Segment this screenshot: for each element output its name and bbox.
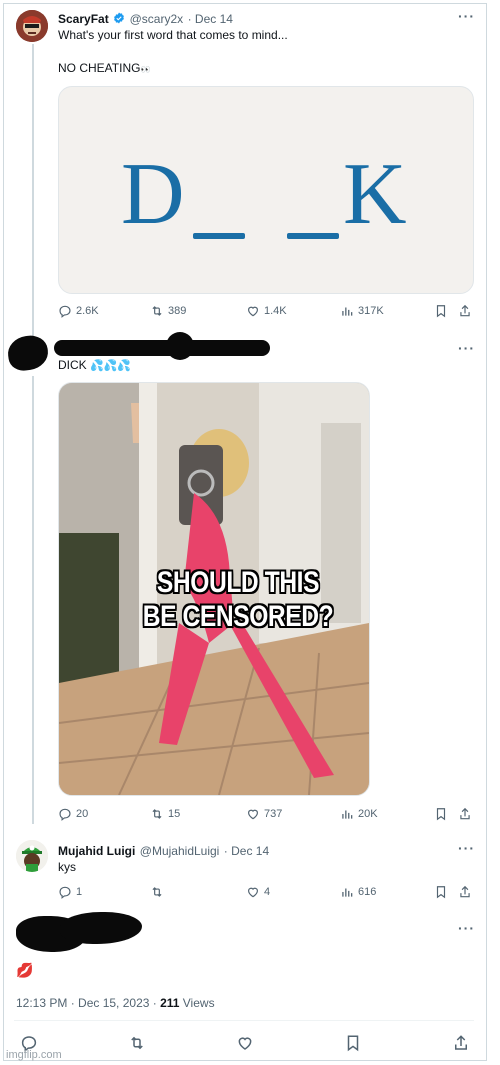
retweet-count: 15 xyxy=(168,808,181,820)
views-button[interactable]: 317K xyxy=(340,304,384,318)
author-name[interactable]: Mujahid Luigi xyxy=(58,844,135,858)
retweet-button[interactable]: 389 xyxy=(150,304,186,318)
bookmark-button[interactable] xyxy=(344,1034,362,1057)
thread-connector xyxy=(32,44,34,336)
image-letter-d: D xyxy=(121,146,185,243)
like-button[interactable]: 737 xyxy=(246,807,282,821)
tweet1-text: What's your first word that comes to min… xyxy=(58,28,288,42)
retweet-icon xyxy=(152,809,162,819)
like-count: 1.4K xyxy=(264,305,287,317)
analytics-icon xyxy=(342,307,353,316)
tweet-date[interactable]: · Dec 14 xyxy=(188,12,233,26)
bookmark-icon xyxy=(436,886,446,899)
tweet1-subtext: NO CHEATING👀 xyxy=(58,61,150,75)
reply-icon xyxy=(59,886,71,899)
reply-count: 20 xyxy=(76,808,89,820)
heart-icon xyxy=(248,887,258,898)
tweet2-text: DICK 💦💦💦 xyxy=(58,358,131,372)
retweet-count: 389 xyxy=(168,305,187,317)
tweet1-header: ScaryFat @scary2x · Dec 14 xyxy=(58,10,233,28)
bookmark-button[interactable] xyxy=(434,885,448,899)
image-dash xyxy=(193,233,245,239)
avatar-image xyxy=(16,840,48,872)
bookmark-button[interactable] xyxy=(434,304,448,318)
redacted-username xyxy=(54,340,270,356)
views-button[interactable]: 20K xyxy=(340,807,378,821)
views-count: 616 xyxy=(358,886,377,898)
image-letter-k: K xyxy=(343,146,407,243)
like-count: 4 xyxy=(264,886,271,898)
share-icon xyxy=(460,304,470,317)
image-dash xyxy=(287,233,339,239)
avatar-mujahid-luigi[interactable] xyxy=(16,840,48,872)
redacted-username xyxy=(166,332,194,360)
author-name[interactable]: ScaryFat xyxy=(58,12,109,26)
more-options-icon[interactable]: ··· xyxy=(458,340,475,356)
reply-count: 2.6K xyxy=(76,305,99,317)
heart-icon xyxy=(238,1037,252,1050)
heart-icon xyxy=(248,306,258,317)
bookmark-icon xyxy=(347,1035,359,1052)
author-handle[interactable]: @scary2x xyxy=(130,12,184,26)
timestamp-text[interactable]: 12:13 PM · Dec 15, 2023 · xyxy=(16,996,160,1010)
heart-icon xyxy=(248,809,258,820)
reply-button[interactable]: 2.6K xyxy=(58,304,99,318)
like-button[interactable] xyxy=(236,1034,254,1057)
thread-connector xyxy=(32,376,34,824)
tweet1-image[interactable]: D K xyxy=(58,86,474,294)
retweet-icon xyxy=(152,306,162,316)
sweat-droplets-emoji-icon: 💦💦💦 xyxy=(90,360,132,372)
views-count: 20K xyxy=(358,808,378,820)
reply-icon xyxy=(59,808,71,821)
tweet3-text: kys xyxy=(58,860,76,874)
bookmark-icon xyxy=(436,305,446,318)
reply-button[interactable]: 20 xyxy=(58,807,88,821)
tweet-timestamp: 12:13 PM · Dec 15, 2023 · 211 Views xyxy=(16,996,215,1010)
more-options-icon[interactable]: ··· xyxy=(458,920,475,936)
views-count: 317K xyxy=(358,305,384,317)
tweet3-header: Mujahid Luigi @MujahidLuigi · Dec 14 xyxy=(58,842,269,860)
views-button[interactable]: 616 xyxy=(340,885,376,899)
divider xyxy=(14,1020,474,1021)
tweet1-subtext-label: NO CHEATING xyxy=(58,61,141,75)
meme-caption-line1: SHOULD THIS xyxy=(156,566,320,599)
like-count: 737 xyxy=(264,808,283,820)
more-options-icon[interactable]: ··· xyxy=(458,840,475,856)
like-button[interactable]: 4 xyxy=(246,885,270,899)
views-number: 211 xyxy=(160,996,180,1010)
views-label: Views xyxy=(179,996,215,1010)
share-button[interactable] xyxy=(458,807,472,821)
like-button[interactable]: 1.4K xyxy=(246,304,287,318)
avatar-scaryfat[interactable] xyxy=(16,10,48,42)
bookmark-button[interactable] xyxy=(434,807,448,821)
reply-button[interactable]: 1 xyxy=(58,885,82,899)
bookmark-icon xyxy=(436,808,446,821)
eyes-emoji-icon: 👀 xyxy=(140,65,151,74)
author-handle[interactable]: @MujahidLuigi xyxy=(140,844,220,858)
meme-caption: SHOULD THIS BE CENSORED? xyxy=(131,566,344,634)
meme-caption-line2: BE CENSORED? xyxy=(142,600,334,633)
share-button[interactable] xyxy=(458,304,472,318)
retweet-button[interactable] xyxy=(128,1034,146,1057)
kiss-mark-emoji-icon: 💋 xyxy=(16,962,34,978)
reply-icon xyxy=(59,305,71,318)
verified-badge-icon xyxy=(114,12,125,24)
avatar-image xyxy=(16,10,48,42)
retweet-button[interactable] xyxy=(150,885,164,899)
retweet-icon xyxy=(131,1036,143,1050)
share-icon xyxy=(455,1035,467,1050)
more-options-icon[interactable]: ··· xyxy=(458,8,475,24)
share-icon xyxy=(460,885,470,898)
imgflip-watermark: imgflip.com xyxy=(6,1049,62,1061)
share-button[interactable] xyxy=(452,1034,470,1057)
retweet-icon xyxy=(152,887,162,897)
reply-count: 1 xyxy=(76,886,83,898)
tweet-date[interactable]: · Dec 14 xyxy=(224,844,269,858)
share-button[interactable] xyxy=(458,885,472,899)
share-icon xyxy=(460,807,470,820)
tweet2-text-label: DICK xyxy=(58,358,87,372)
analytics-icon xyxy=(342,810,353,819)
analytics-icon xyxy=(342,888,353,897)
retweet-button[interactable]: 15 xyxy=(150,807,180,821)
